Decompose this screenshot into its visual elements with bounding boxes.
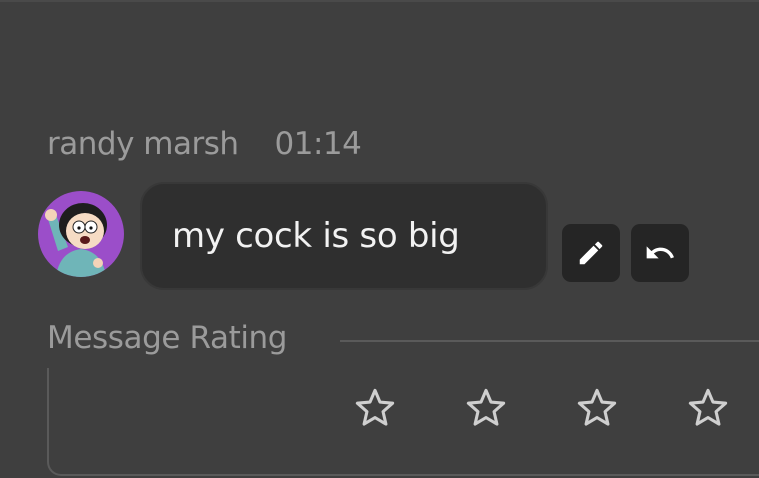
undo-icon [646, 246, 674, 259]
star-2-icon[interactable] [463, 385, 509, 431]
edit-button[interactable] [562, 224, 620, 282]
pencil-icon [579, 241, 603, 265]
author-name: randy marsh [47, 126, 239, 162]
undo-button[interactable] [631, 224, 689, 282]
star-3-icon[interactable] [574, 385, 620, 431]
rating-box [47, 368, 759, 476]
star-1-icon[interactable] [352, 385, 398, 431]
avatar[interactable] [38, 191, 124, 277]
rating-divider [340, 340, 759, 342]
top-divider [0, 0, 759, 2]
star-4-icon[interactable] [685, 385, 731, 431]
chat-page: randy marsh 01:14 my cock is so big Mess… [0, 0, 759, 478]
randy-marsh-avatar-icon [45, 203, 107, 277]
rating-label: Message Rating [47, 320, 288, 356]
message-meta: randy marsh 01:14 [47, 126, 362, 162]
message-bubble[interactable]: my cock is so big [140, 182, 548, 290]
message-time: 01:14 [274, 126, 362, 162]
